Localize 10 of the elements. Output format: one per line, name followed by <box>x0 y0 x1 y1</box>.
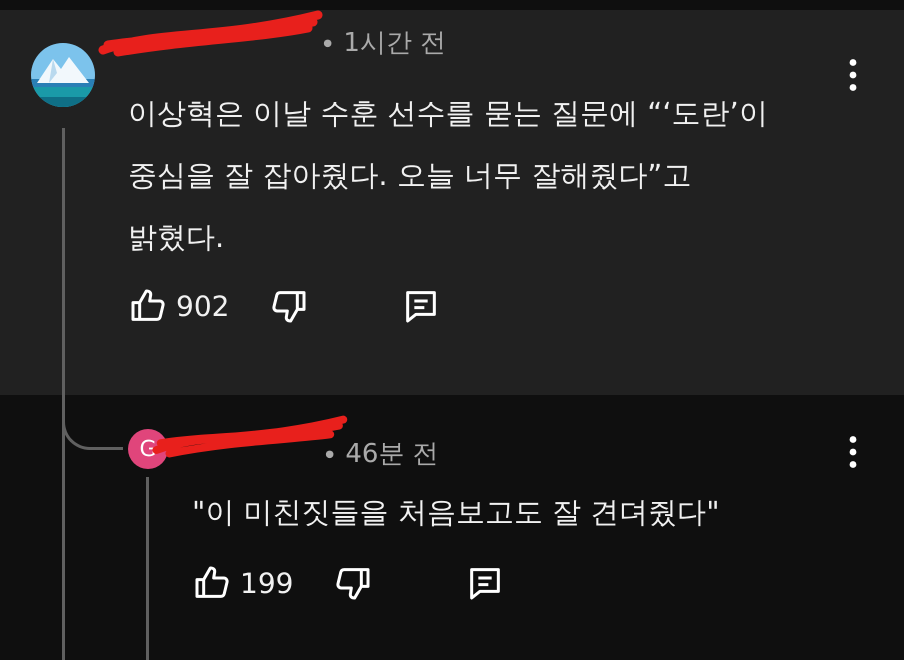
separator-dot: • <box>320 30 336 60</box>
comment-text: 이상혁은 이날 수훈 선수를 묻는 질문에 “‘도란’이 중심을 잘 잡아줬다. 오늘 너무 잘해줬다”고 밝혔다. <box>128 95 769 256</box>
more-options-icon[interactable] <box>848 58 858 92</box>
more-options-icon[interactable] <box>848 435 858 469</box>
reply-time: 46분 전 <box>345 438 439 471</box>
separator-dot: • <box>322 441 338 471</box>
like-button[interactable]: 199 <box>192 563 294 603</box>
comment-time: 1시간 전 <box>343 27 446 60</box>
like-button[interactable]: 902 <box>128 286 230 326</box>
reply-text: "이 미친짓들을 처음보고도 잘 견뎌줬다" <box>192 494 721 531</box>
